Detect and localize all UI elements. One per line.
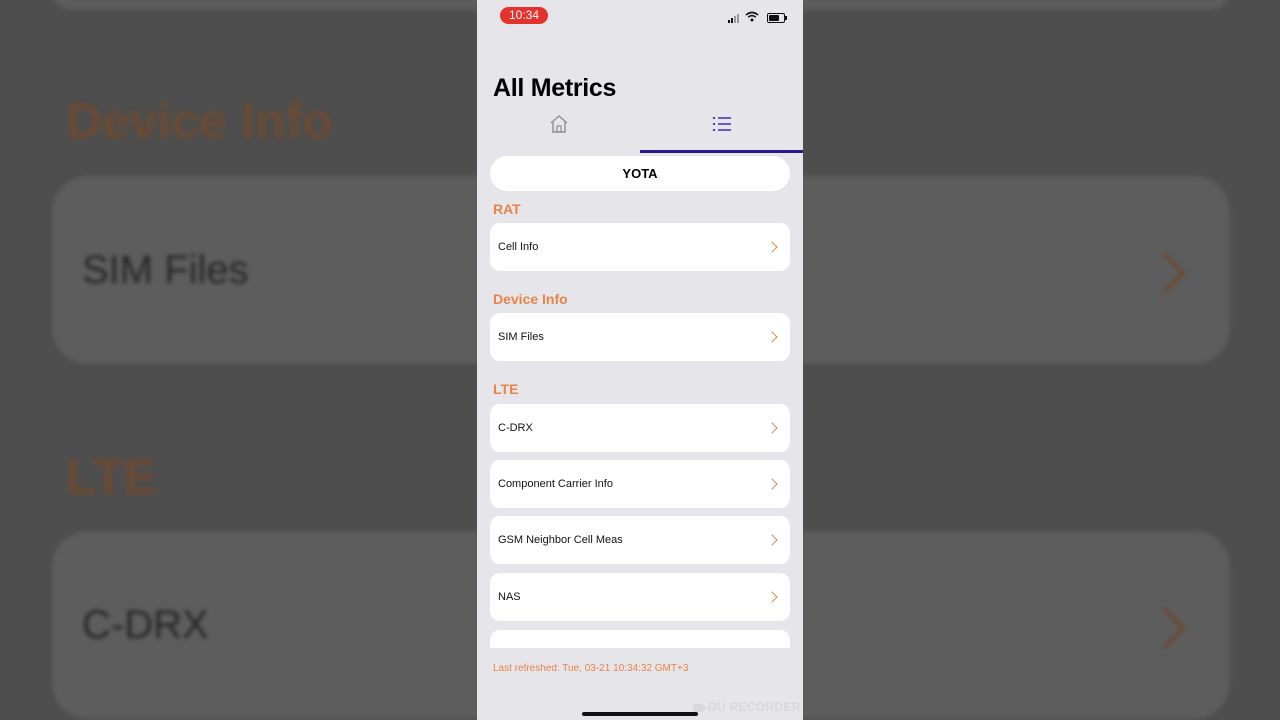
chevron-right-icon [766,534,778,546]
signal-icon [728,13,742,23]
recorder-watermark: DU RECORDER [693,700,801,714]
list-item-label: GSM Neighbor Cell Meas [498,534,623,546]
wifi-icon [745,11,759,22]
backdrop-label-c-drx: C-DRX [82,603,209,647]
home-icon [550,115,567,133]
section-title-device-info: Device Info [493,291,568,307]
chevron-right-icon [766,331,778,343]
list-item-nas[interactable]: NAS [490,573,790,621]
list-item-label: SIM Files [498,331,544,343]
chevron-right-icon [766,591,778,603]
home-indicator[interactable] [582,712,698,716]
tab-indicator [640,150,803,153]
list-item-c-drx[interactable]: C-DRX [490,404,790,452]
operator-selector[interactable]: YOTA [490,156,790,191]
chevron-right-icon [766,478,778,490]
list-item-sim-files[interactable]: SIM Files [490,313,790,361]
backdrop-heading-lte: LTE [66,449,157,505]
list-item-label: Cell Info [498,241,539,253]
watermark-text: DU RECORDER [708,700,801,714]
status-time: 10:34 [500,7,548,24]
last-refreshed-text: Last refreshed: Tue, 03-21 10:34:32 GMT+… [493,663,689,674]
chevron-right-icon [766,422,778,434]
backdrop-label-sim-files: SIM Files [82,248,249,292]
phone-screen: 10:34 All Metrics YOTA RAT Cell Info Dev… [477,0,803,720]
chevron-right-icon [766,241,778,253]
battery-icon [767,13,787,23]
list-item-partial[interactable] [490,630,790,648]
list-item-label: C-DRX [498,422,533,434]
list-item-label: Component Carrier Info [498,478,613,490]
camera-icon [693,704,707,712]
list-item-component-carrier-info[interactable]: Component Carrier Info [490,460,790,508]
section-title-lte: LTE [493,381,519,397]
tab-metrics-list[interactable] [640,108,803,152]
list-item-gsm-neighbor-cell-meas[interactable]: GSM Neighbor Cell Meas [490,516,790,564]
list-icon [712,116,731,132]
backdrop-heading-device-info: Device Info [66,93,333,149]
tab-home[interactable] [477,108,640,152]
section-title-rat: RAT [493,201,521,217]
list-item-label: NAS [498,591,521,603]
page-title: All Metrics [493,74,617,102]
list-item-cell-info[interactable]: Cell Info [490,223,790,271]
